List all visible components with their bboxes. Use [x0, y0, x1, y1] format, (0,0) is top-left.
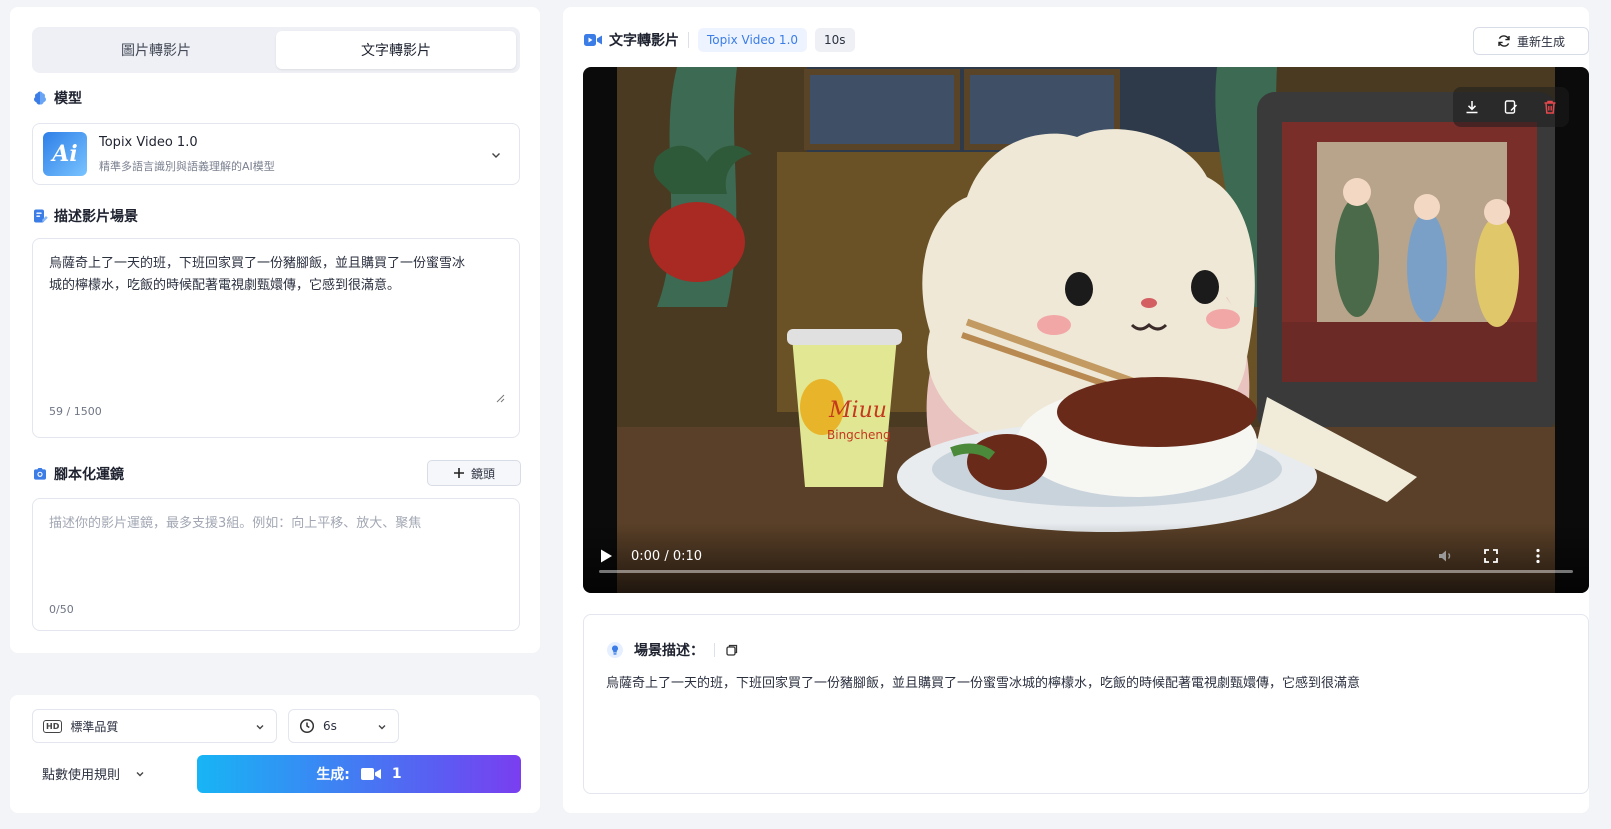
more-options-icon[interactable] [1529, 547, 1547, 565]
model-select[interactable]: Ai Topix Video 1.0 精準多語言識別與語義理解的AI模型 [32, 123, 520, 185]
duration-value: 6s [323, 719, 337, 733]
regenerate-button[interactable]: 重新生成 [1473, 27, 1589, 55]
video-progress-bar[interactable] [599, 570, 1573, 573]
video-time: 0:00 / 0:10 [631, 549, 703, 564]
play-icon[interactable] [597, 547, 615, 565]
clock-icon [299, 718, 315, 734]
chevron-down-icon [492, 153, 500, 158]
edit-doc-icon [34, 209, 48, 223]
video-controls: 0:00 / 0:10 [583, 523, 1589, 593]
video-actions-bar [1453, 87, 1569, 127]
video-camera-icon [360, 768, 381, 780]
cup-brand-text: Miuu [828, 398, 887, 423]
points-rules-label: 點數使用規則 [42, 768, 121, 783]
regenerate-label: 重新生成 [1516, 34, 1565, 49]
plus-icon [453, 468, 464, 478]
camera-movement-input[interactable]: 描述你的影片運鏡，最多支援3組。例如：向上平移、放大、聚焦 0/50 [32, 498, 520, 631]
duration-badge: 10s [815, 28, 855, 52]
scene-char-counter: 59 / 1500 [49, 405, 102, 418]
delete-icon[interactable] [1540, 97, 1560, 117]
description-title: 場景描述： [634, 643, 704, 659]
scene-description-text: 烏薩奇上了一天的班，下班回家買了一份豬腳飯，並且購買了一份蜜雪冰 城的檸檬水，吃… [49, 256, 466, 293]
description-text: 烏薩奇上了一天的班，下班回家買了一份豬腳飯，並且購買了一份蜜雪冰城的檸檬水，吃飯… [606, 676, 1361, 691]
duration-select[interactable]: 6s [288, 709, 399, 743]
tab-image-to-video[interactable]: 圖片轉影片 [36, 31, 276, 69]
video-frame: Miuu Bingcheng [617, 67, 1555, 593]
fullscreen-icon[interactable] [1482, 547, 1500, 565]
scene-section-title: 描述影片場景 [32, 206, 138, 226]
generate-label: 生成: [316, 767, 350, 783]
add-shot-button[interactable]: 鏡頭 [427, 460, 521, 486]
model-title-text: 模型 [54, 91, 82, 107]
camera-char-counter: 0/50 [49, 603, 74, 616]
copy-icon[interactable] [725, 643, 739, 657]
camera-title-text: 腳本化運鏡 [54, 467, 124, 483]
video-camera-icon [584, 34, 602, 46]
add-shot-label: 鏡頭 [470, 466, 495, 481]
model-name: Topix Video 1.0 [99, 135, 198, 150]
scene-description-input[interactable]: 烏薩奇上了一天的班，下班回家買了一份豬腳飯，並且購買了一份蜜雪冰 城的檸檬水，吃… [32, 238, 520, 438]
model-description: 精準多語言識別與語義理解的AI模型 [99, 160, 275, 173]
edit-icon[interactable] [1501, 97, 1521, 117]
result-title-text: 文字轉影片 [609, 33, 679, 49]
generate-button[interactable]: 生成: 1 [197, 755, 521, 793]
description-divider [714, 643, 715, 657]
brain-icon [34, 91, 46, 105]
quality-select[interactable]: HD 標準品質 [32, 709, 277, 743]
camera-icon [34, 468, 46, 480]
resize-handle-icon[interactable] [495, 393, 505, 403]
download-icon[interactable] [1462, 97, 1482, 117]
hd-icon: HD [43, 719, 63, 733]
camera-placeholder: 描述你的影片運鏡，最多支援3組。例如：向上平移、放大、聚焦 [49, 516, 422, 531]
model-badge: Topix Video 1.0 [698, 28, 808, 52]
quality-value: 標準品質 [70, 719, 119, 734]
lightbulb-icon [607, 642, 623, 658]
camera-section-title: 腳本化運鏡 [32, 464, 124, 484]
scene-title-text: 描述影片場景 [54, 209, 138, 225]
cup-brand-subtext: Bingcheng [827, 428, 891, 442]
generate-cost: 1 [391, 766, 402, 782]
points-rules-dropdown[interactable]: 點數使用規則 [42, 764, 146, 783]
refresh-icon [1498, 35, 1510, 47]
result-title: 文字轉影片 [583, 30, 679, 50]
chevron-down-icon [136, 771, 144, 776]
scene-description-card: 場景描述： 烏薩奇上了一天的班，下班回家買了一份豬腳飯，並且購買了一份蜜雪冰城的… [583, 614, 1589, 794]
video-player[interactable]: Miuu Bingcheng 0:00 / 0:10 [583, 67, 1589, 593]
volume-icon[interactable] [1436, 547, 1454, 565]
model-logo: Ai [43, 132, 87, 176]
description-header: 場景描述： [606, 640, 739, 660]
mode-tabs: 圖片轉影片 文字轉影片 [32, 27, 520, 73]
model-section-title: 模型 [32, 88, 82, 108]
chevron-down-icon [256, 725, 264, 730]
chevron-down-icon [378, 725, 386, 730]
header-divider [688, 32, 689, 48]
tab-text-to-video[interactable]: 文字轉影片 [276, 31, 516, 69]
